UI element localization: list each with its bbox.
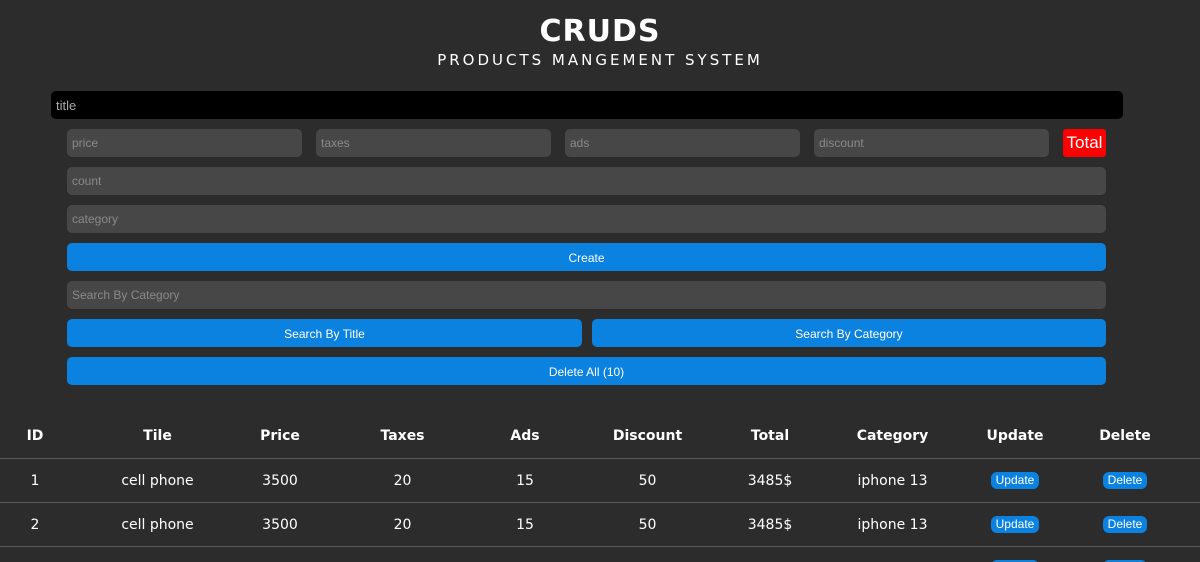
- cell-update: Update: [980, 546, 1050, 562]
- page-subtitle: PRODUCTS MANGEMENT SYSTEM: [437, 51, 763, 69]
- cell-id: 2: [0, 502, 70, 547]
- price-input[interactable]: [67, 129, 302, 157]
- cell-taxes: 20: [315, 458, 490, 503]
- discount-input[interactable]: [814, 129, 1049, 157]
- cell-price: 3500: [245, 502, 315, 547]
- cell-update: Update: [980, 458, 1050, 503]
- category-input[interactable]: [67, 205, 1106, 233]
- title-input[interactable]: [51, 91, 1123, 119]
- table-row: 2 cell phone 3500 20 15 50 3485$ iphone …: [0, 502, 1200, 547]
- delete-button[interactable]: Delete: [1102, 472, 1148, 489]
- cell-category: iphone 13: [805, 546, 980, 562]
- header: CRUDS PRODUCTS MANGEMENT SYSTEM: [0, 0, 1200, 74]
- cell-ads: 15: [490, 502, 560, 547]
- ads-input[interactable]: [565, 129, 800, 157]
- column-header-discount: Discount: [612, 428, 683, 444]
- cell-total: 3485$: [735, 546, 805, 562]
- cell-ads: 15: [490, 458, 560, 503]
- count-input[interactable]: [67, 167, 1106, 195]
- cell-discount: 50: [560, 502, 735, 547]
- update-button[interactable]: Update: [990, 472, 1040, 489]
- cell-title: cell phone: [70, 546, 245, 562]
- table-row: 3 cell phone 3500 20 15 50 3485$ iphone …: [0, 546, 1200, 562]
- create-button[interactable]: Create: [67, 243, 1106, 271]
- column-header-update: Update: [986, 428, 1044, 444]
- cell-taxes: 20: [315, 546, 490, 562]
- cell-delete: Delete: [1050, 502, 1200, 547]
- cell-category: iphone 13: [805, 502, 980, 547]
- page-title: CRUDS: [539, 14, 661, 49]
- cell-title: cell phone: [70, 458, 245, 503]
- column-header-title: Tile: [143, 428, 172, 444]
- cell-id: 1: [0, 458, 70, 503]
- update-button[interactable]: Update: [990, 516, 1040, 533]
- column-header-id: ID: [26, 428, 44, 444]
- products-table: ID Tile Price Taxes Ads Discount Total C…: [0, 414, 1200, 562]
- search-by-category-button[interactable]: Search By Category: [592, 319, 1106, 347]
- total-badge: Total: [1063, 129, 1106, 157]
- column-header-total: Total: [750, 428, 790, 444]
- table-row: 1 cell phone 3500 20 15 50 3485$ iphone …: [0, 458, 1200, 503]
- cell-delete: Delete: [1050, 458, 1200, 503]
- cell-discount: 50: [560, 458, 735, 503]
- cell-title: cell phone: [70, 502, 245, 547]
- cell-price: 3500: [245, 546, 315, 562]
- cell-category: iphone 13: [805, 458, 980, 503]
- column-header-price: Price: [260, 428, 300, 444]
- cell-taxes: 20: [315, 502, 490, 547]
- cell-id: 3: [0, 546, 70, 562]
- column-header-taxes: Taxes: [380, 428, 425, 444]
- cell-price: 3500: [245, 458, 315, 503]
- cell-update: Update: [980, 502, 1050, 547]
- column-header-ads: Ads: [510, 428, 540, 444]
- cell-total: 3485$: [735, 502, 805, 547]
- taxes-input[interactable]: [316, 129, 551, 157]
- cell-delete: Delete: [1050, 546, 1200, 562]
- app: CRUDS PRODUCTS MANGEMENT SYSTEM Total Cr…: [0, 0, 1200, 562]
- cell-total: 3485$: [735, 458, 805, 503]
- delete-all-button[interactable]: Delete All (10): [67, 357, 1106, 385]
- delete-button[interactable]: Delete: [1102, 516, 1148, 533]
- table-header-row: ID Tile Price Taxes Ads Discount Total C…: [0, 414, 1200, 459]
- cell-discount: 50: [560, 546, 735, 562]
- column-header-category: Category: [856, 428, 929, 444]
- search-by-title-button[interactable]: Search By Title: [67, 319, 582, 347]
- search-input[interactable]: [67, 281, 1106, 309]
- cell-ads: 15: [490, 546, 560, 562]
- column-header-delete: Delete: [1099, 428, 1151, 444]
